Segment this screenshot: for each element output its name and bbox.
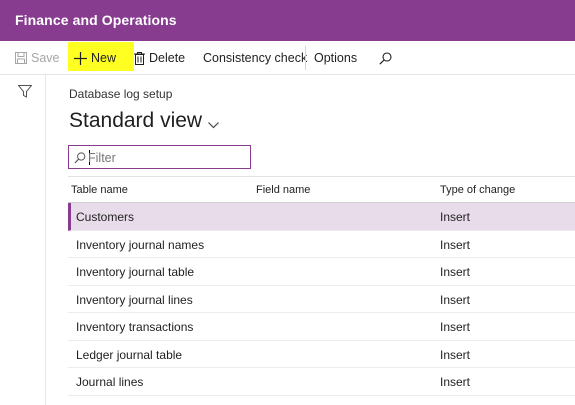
consistency-check-label: Consistency check [203, 51, 308, 65]
view-selector[interactable]: Standard view [69, 107, 220, 135]
options-label: Options [314, 51, 358, 65]
cell-table-name: Journal lines [76, 375, 144, 389]
delete-label: Delete [149, 51, 186, 65]
view-name: Standard view [69, 109, 203, 132]
cell-table-name: Inventory transactions [76, 320, 194, 334]
cell-type-of-change: Insert [440, 320, 471, 334]
filter-funnel-icon[interactable] [17, 85, 33, 103]
cell-table-name: Customers [76, 210, 135, 224]
options-button[interactable]: Options [314, 41, 357, 75]
app-header: Finance and Operations [0, 0, 575, 41]
search-icon [74, 151, 86, 169]
column-header-field-name[interactable]: Field name [256, 184, 310, 196]
table-row[interactable]: Inventory journal lines Insert [68, 286, 575, 313]
new-button[interactable]: New [68, 41, 134, 75]
cell-type-of-change: Insert [440, 375, 471, 389]
page-caption: Database log setup [69, 87, 173, 101]
column-header-table-name[interactable]: Table name [71, 184, 128, 196]
save-icon [15, 52, 27, 64]
trash-icon [134, 51, 145, 65]
chevron-down-icon [208, 111, 220, 135]
app-title[interactable]: Finance and Operations [15, 12, 177, 28]
delete-button[interactable]: Delete [134, 41, 185, 75]
cell-table-name: Ledger journal table [76, 347, 183, 362]
cell-type-of-change: Insert [440, 237, 471, 252]
table-row[interactable]: Inventory journal table Insert [68, 258, 575, 286]
cell-table-name: Inventory journal lines [76, 292, 193, 307]
action-pane: Save New Delete Consistency check Option… [0, 41, 575, 75]
database-log-grid: Table name Field name Type of change Cus… [68, 176, 575, 396]
search-button[interactable] [379, 41, 396, 75]
table-row[interactable]: Inventory transactions Insert [68, 313, 575, 341]
cell-table-name: Inventory journal table [76, 265, 195, 279]
toolbar-divider [305, 46, 306, 70]
left-filter-rail [0, 75, 46, 405]
cell-type-of-change: Insert [440, 347, 471, 362]
save-button[interactable]: Save [15, 41, 60, 75]
plus-icon [74, 51, 87, 65]
filter-field[interactable] [68, 145, 251, 169]
cell-table-name: Inventory journal names [76, 237, 205, 252]
filter-input[interactable] [88, 149, 246, 166]
table-row[interactable]: Inventory journal names Insert [68, 231, 575, 258]
cell-type-of-change: Insert [440, 210, 471, 224]
save-label: Save [31, 51, 60, 65]
grid-header: Table name Field name Type of change [68, 176, 575, 203]
search-icon [379, 51, 392, 65]
table-row[interactable]: Customers Insert [68, 203, 575, 231]
cell-type-of-change: Insert [440, 265, 471, 279]
table-row[interactable]: Ledger journal table Insert [68, 341, 575, 368]
column-header-type-of-change[interactable]: Type of change [440, 184, 515, 196]
main-content: Database log setup Standard view Table n… [47, 75, 575, 405]
consistency-check-button[interactable]: Consistency check [203, 41, 307, 75]
table-row[interactable]: Journal lines Insert [68, 368, 575, 396]
cell-type-of-change: Insert [440, 292, 471, 307]
new-label: New [91, 51, 117, 65]
